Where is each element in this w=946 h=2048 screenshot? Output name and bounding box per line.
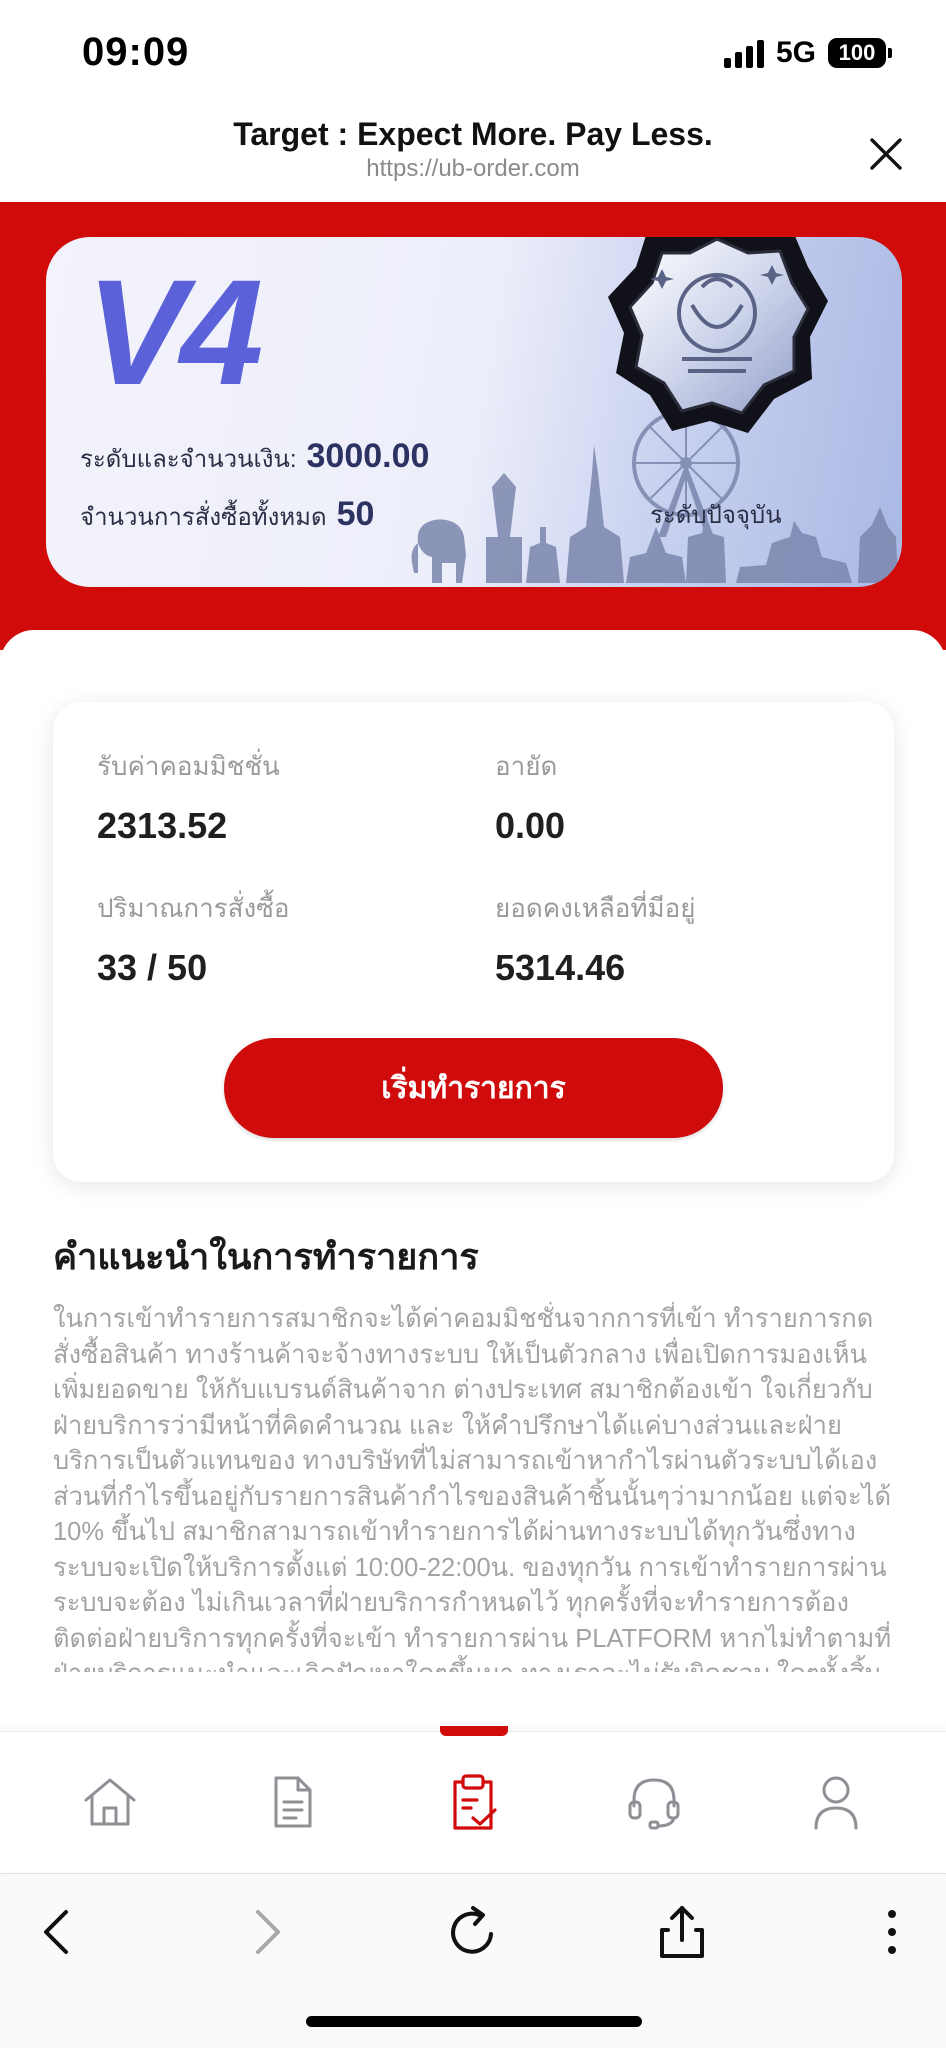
vip-amount-label: ระดับและจำนวนเงิน:: [80, 446, 297, 473]
close-icon[interactable]: [866, 134, 906, 174]
headset-icon: [628, 1778, 680, 1830]
forward-arrow-icon[interactable]: [236, 1902, 296, 1962]
vip-level-card: V4 ระดับและจำนวนเงิน: 3000.00 จำนวนการสั…: [46, 237, 902, 587]
balance-stat: ยอดคงเหลือที่มีอยู่ 5314.46: [495, 888, 696, 989]
guide-title: คำแนะนำในการทำรายการ: [53, 1236, 479, 1277]
battery-level: 100: [838, 40, 876, 65]
vip-orders-value: 50: [336, 495, 375, 533]
current-level-label: ระดับปัจจุบัน: [650, 502, 782, 529]
status-time: 09:09: [82, 30, 190, 74]
frozen-label: อายัด: [495, 751, 558, 781]
vip-badge-icon: [608, 237, 828, 433]
signal-icon: [723, 38, 764, 68]
document-icon: [274, 1776, 312, 1828]
status-indicators: 5G 100: [723, 36, 892, 70]
page-url: https://ub-order.com: [366, 155, 580, 182]
hero-banner: V4 ระดับและจำนวนเงิน: 3000.00 จำนวนการสั…: [0, 202, 946, 650]
main-panel: รับค่าคอมมิชชั่น 2313.52 อายัด 0.00 ปริม…: [0, 630, 946, 1730]
home-icon: [84, 1778, 136, 1826]
active-tab-indicator: [440, 1726, 508, 1736]
guide-text: ในการเข้าทำรายการสมาชิกจะได้ค่าคอมมิชชั่…: [53, 1305, 892, 1672]
start-order-button[interactable]: เริ่มทำรายการ: [224, 1038, 723, 1138]
vip-amount-row: ระดับและจำนวนเงิน: 3000.00: [80, 437, 429, 478]
browser-header: Target : Expect More. Pay Less. https://…: [0, 106, 946, 202]
vip-orders-label: จำนวนการสั่งซื้อทั้งหมด: [80, 504, 327, 531]
status-bar: 09:09 5G 100: [0, 0, 946, 106]
commission-value: 2313.52: [97, 805, 228, 846]
balance-value: 5314.46: [495, 947, 626, 988]
reload-icon[interactable]: [443, 1902, 503, 1962]
vip-orders-row: จำนวนการสั่งซื้อทั้งหมด 50: [80, 495, 374, 536]
order-count-stat: ปริมาณการสั่งซื้อ 33 / 50: [97, 888, 289, 989]
order-count-label: ปริมาณการสั่งซื้อ: [97, 893, 290, 923]
tab-orders[interactable]: [443, 1772, 503, 1832]
more-options-icon[interactable]: [862, 1902, 922, 1962]
balance-label: ยอดคงเหลือที่มีอยู่: [495, 893, 696, 923]
home-indicator: [306, 2016, 642, 2027]
commission-label: รับค่าคอมมิชชั่น: [97, 751, 280, 781]
frozen-value: 0.00: [495, 805, 566, 846]
bottom-tab-bar: [0, 1726, 946, 1871]
network-type: 5G: [775, 36, 816, 69]
order-count-value: 33 / 50: [97, 947, 208, 988]
tab-profile[interactable]: [806, 1772, 866, 1832]
back-arrow-icon[interactable]: [28, 1902, 88, 1962]
tab-home[interactable]: [80, 1772, 140, 1832]
frozen-stat: อายัด 0.00: [495, 746, 565, 847]
commission-stat: รับค่าคอมมิชชั่น 2313.52: [97, 746, 280, 847]
vip-amount-value: 3000.00: [306, 437, 430, 475]
clipboard-check-icon: [453, 1774, 497, 1830]
stats-card: รับค่าคอมมิชชั่น 2313.52 อายัด 0.00 ปริม…: [53, 702, 894, 1182]
share-icon[interactable]: [652, 1902, 712, 1962]
user-icon: [814, 1776, 858, 1830]
vip-level: V4: [86, 248, 264, 416]
page-title: Target : Expect More. Pay Less.: [233, 116, 713, 152]
battery-icon: 100: [828, 38, 892, 68]
tab-support[interactable]: [624, 1772, 684, 1832]
tab-records[interactable]: [262, 1772, 322, 1832]
